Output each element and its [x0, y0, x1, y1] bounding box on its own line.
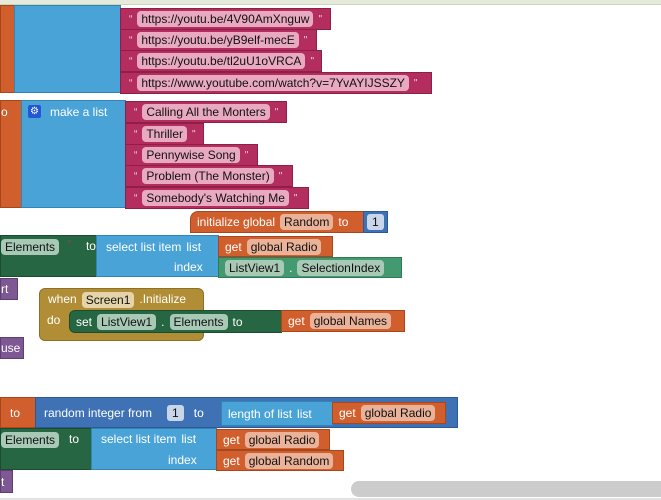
- procedure-block[interactable]: rt: [0, 278, 18, 300]
- get-variable-block[interactable]: get global Names: [281, 310, 405, 332]
- component-dropdown[interactable]: Screen1: [81, 292, 135, 308]
- set-listview-elements-block[interactable]: Elements ▼ to: [0, 235, 97, 277]
- text-block[interactable]: “Pennywise Song ": [125, 144, 258, 166]
- component-dropdown[interactable]: ListView1: [225, 259, 285, 276]
- horizontal-scrollbar[interactable]: [351, 481, 661, 497]
- number-block[interactable]: 1: [363, 211, 388, 233]
- variable-name-field[interactable]: Random: [280, 214, 334, 230]
- property-dropdown[interactable]: Elements: [1, 239, 60, 255]
- text-value[interactable]: Calling All the Monters: [142, 104, 270, 120]
- select-list-item-block[interactable]: select list item list: [91, 428, 217, 470]
- text-value[interactable]: Somebody's Watching Me: [142, 190, 289, 206]
- set-global-random-block[interactable]: to: [0, 397, 36, 428]
- procedure-block[interactable]: use: [0, 337, 24, 359]
- text-value[interactable]: https://youtu.be/yB9elf-mecE: [137, 32, 299, 48]
- text-block[interactable]: “Somebody's Watching Me ": [125, 187, 309, 209]
- set-listview-elements-block[interactable]: Elements to: [0, 428, 92, 470]
- text-block[interactable]: “https://www.youtube.com/watch?v=7YvAYIJ…: [120, 72, 432, 94]
- make-list-block[interactable]: ⚙ make a list: [21, 100, 126, 208]
- text-block[interactable]: “https://youtu.be/4V90AmXnguw ": [120, 8, 331, 30]
- text-value[interactable]: Thriller: [142, 126, 188, 142]
- init-global-names-block[interactable]: o: [0, 100, 22, 208]
- variable-dropdown[interactable]: global Names: [309, 313, 392, 329]
- variable-dropdown[interactable]: global Random: [244, 452, 334, 469]
- get-variable-block[interactable]: get global Random: [216, 450, 344, 471]
- gear-icon[interactable]: ⚙: [28, 105, 41, 118]
- text-value[interactable]: https://youtu.be/tl2uU1oVRCA: [137, 53, 306, 69]
- procedure-block[interactable]: t: [0, 470, 13, 493]
- text-value[interactable]: Pennywise Song: [142, 147, 240, 163]
- text-value[interactable]: https://www.youtube.com/watch?v=7YvAYIJS…: [137, 75, 409, 91]
- component-dropdown[interactable]: ListView1: [97, 313, 157, 330]
- set-listview-elements-block[interactable]: set ListView1. Elements to: [69, 310, 282, 333]
- make-list-block[interactable]: [14, 5, 121, 93]
- text-value[interactable]: Problem (The Monster): [142, 168, 274, 184]
- get-variable-block[interactable]: get global Radio: [332, 402, 446, 424]
- init-global-random-block[interactable]: initialize global Random to: [190, 211, 364, 233]
- text-block[interactable]: “Problem (The Monster) ": [125, 165, 293, 187]
- init-global-radio-block[interactable]: [0, 5, 15, 93]
- text-value[interactable]: https://youtu.be/4V90AmXnguw: [137, 11, 314, 27]
- component-getter-block[interactable]: ListView1. SelectionIndex: [218, 257, 402, 278]
- get-variable-block[interactable]: get global Radio: [216, 429, 330, 450]
- variable-dropdown[interactable]: global Radio: [246, 238, 322, 255]
- property-dropdown[interactable]: SelectionIndex: [297, 259, 385, 276]
- dropdown-arrow-icon: ▼: [66, 239, 73, 246]
- variable-dropdown[interactable]: global Radio: [360, 405, 436, 421]
- text-block[interactable]: “https://youtu.be/tl2uU1oVRCA ": [120, 50, 322, 72]
- get-variable-block[interactable]: get global Radio: [218, 236, 333, 257]
- property-dropdown[interactable]: Elements: [1, 432, 60, 448]
- length-of-list-block[interactable]: length of list list: [221, 401, 333, 426]
- text-block[interactable]: “Thriller ": [125, 123, 204, 145]
- text-block[interactable]: “https://youtu.be/yB9elf-mecE ": [120, 29, 317, 51]
- property-dropdown[interactable]: Elements: [169, 313, 228, 330]
- text-block[interactable]: “Calling All the Monters ": [125, 101, 287, 123]
- variable-dropdown[interactable]: global Radio: [244, 431, 320, 448]
